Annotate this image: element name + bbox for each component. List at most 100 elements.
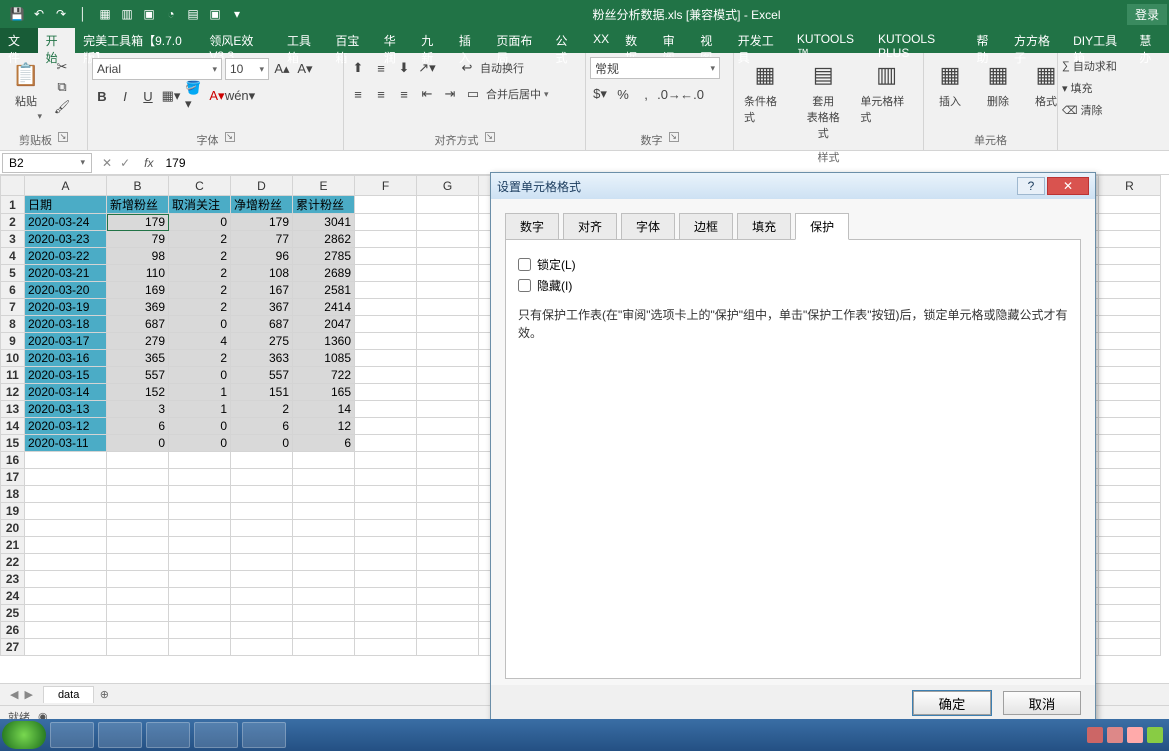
cell-F23[interactable] [355, 571, 417, 588]
cell-D17[interactable] [231, 469, 293, 486]
row-header-3[interactable]: 3 [1, 231, 25, 248]
cell-R15[interactable] [1099, 435, 1161, 452]
phonetic-icon[interactable]: wén▾ [230, 86, 250, 106]
taskbar-app3[interactable] [146, 722, 190, 748]
cell-G2[interactable] [417, 214, 479, 231]
cell-F18[interactable] [355, 486, 417, 503]
cell-B23[interactable] [107, 571, 169, 588]
tab-insert[interactable]: 插入 [451, 28, 489, 53]
cell-C2[interactable]: 0 [169, 214, 231, 231]
font-name-combo[interactable]: Arial▾ [92, 58, 222, 80]
tab-review[interactable]: 审阅 [655, 28, 693, 53]
tab-formula[interactable]: 公式 [548, 28, 586, 53]
cell-A3[interactable]: 2020-03-23 [25, 231, 107, 248]
fx-icon[interactable]: fx [138, 156, 159, 170]
cell-D24[interactable] [231, 588, 293, 605]
cell-G8[interactable] [417, 316, 479, 333]
tab-hui[interactable]: 慧办 [1131, 28, 1169, 53]
cell-C17[interactable] [169, 469, 231, 486]
cell-C16[interactable] [169, 452, 231, 469]
row-header-15[interactable]: 15 [1, 435, 25, 452]
cell-B5[interactable]: 110 [107, 265, 169, 282]
tab-jiuxin[interactable]: 九新 [413, 28, 451, 53]
taskbar-app4[interactable] [194, 722, 238, 748]
dialog-tab-border[interactable]: 边框 [679, 213, 733, 240]
cell-C19[interactable] [169, 503, 231, 520]
cell-F26[interactable] [355, 622, 417, 639]
cell-A16[interactable] [25, 452, 107, 469]
cell-B16[interactable] [107, 452, 169, 469]
redo-icon[interactable]: ↷ [52, 5, 70, 23]
cell-R16[interactable] [1099, 452, 1161, 469]
cell-R24[interactable] [1099, 588, 1161, 605]
tray-icon3[interactable] [1127, 727, 1143, 743]
row-header-12[interactable]: 12 [1, 384, 25, 401]
cell-D10[interactable]: 363 [231, 350, 293, 367]
cell-F9[interactable] [355, 333, 417, 350]
cell-G5[interactable] [417, 265, 479, 282]
cell-F2[interactable] [355, 214, 417, 231]
cell-R6[interactable] [1099, 282, 1161, 299]
cell-B8[interactable]: 687 [107, 316, 169, 333]
cell-C13[interactable]: 1 [169, 401, 231, 418]
cell-A20[interactable] [25, 520, 107, 537]
row-header-13[interactable]: 13 [1, 401, 25, 418]
cell-C25[interactable] [169, 605, 231, 622]
row-header-7[interactable]: 7 [1, 299, 25, 316]
undo-icon[interactable]: ↶ [30, 5, 48, 23]
cell-C14[interactable]: 0 [169, 418, 231, 435]
tab-treasure[interactable]: 百宝箱 [327, 28, 375, 53]
cell-R12[interactable] [1099, 384, 1161, 401]
tab-lingfeng[interactable]: 领风E效V3.3 [201, 28, 279, 53]
cell-C10[interactable]: 2 [169, 350, 231, 367]
cell-A11[interactable]: 2020-03-15 [25, 367, 107, 384]
row-header-8[interactable]: 8 [1, 316, 25, 333]
qat-tool2-icon[interactable]: ▥ [118, 5, 136, 23]
tray-icon1[interactable] [1087, 727, 1103, 743]
cell-B27[interactable] [107, 639, 169, 656]
cell-B7[interactable]: 369 [107, 299, 169, 316]
cell-D9[interactable]: 275 [231, 333, 293, 350]
cell-F16[interactable] [355, 452, 417, 469]
name-box[interactable]: B2▾ [2, 153, 92, 173]
decrease-decimal-icon[interactable]: ←.0 [682, 84, 702, 104]
cell-G3[interactable] [417, 231, 479, 248]
cell-A7[interactable]: 2020-03-19 [25, 299, 107, 316]
cell-R23[interactable] [1099, 571, 1161, 588]
cell-F8[interactable] [355, 316, 417, 333]
cell-G9[interactable] [417, 333, 479, 350]
cell-F7[interactable] [355, 299, 417, 316]
cell-G23[interactable] [417, 571, 479, 588]
cell-E15[interactable]: 6 [293, 435, 355, 452]
row-header-1[interactable]: 1 [1, 196, 25, 214]
cell-R18[interactable] [1099, 486, 1161, 503]
taskbar-app2[interactable] [98, 722, 142, 748]
dialog-ok-button[interactable]: 确定 [913, 691, 991, 715]
cell-B25[interactable] [107, 605, 169, 622]
cell-A14[interactable]: 2020-03-12 [25, 418, 107, 435]
cell-R2[interactable] [1099, 214, 1161, 231]
cell-E7[interactable]: 2414 [293, 299, 355, 316]
cell-G24[interactable] [417, 588, 479, 605]
cell-E25[interactable] [293, 605, 355, 622]
cell-A21[interactable] [25, 537, 107, 554]
tab-home[interactable]: 开始 [38, 28, 76, 53]
cell-A8[interactable]: 2020-03-18 [25, 316, 107, 333]
cell-E16[interactable] [293, 452, 355, 469]
delete-cells-button[interactable]: ▦删除 [976, 57, 1020, 111]
row-header-9[interactable]: 9 [1, 333, 25, 350]
cell-A13[interactable]: 2020-03-13 [25, 401, 107, 418]
cell-D3[interactable]: 77 [231, 231, 293, 248]
align-launcher[interactable]: ↘ [485, 132, 495, 142]
cell-F27[interactable] [355, 639, 417, 656]
cell-D15[interactable]: 0 [231, 435, 293, 452]
cell-A6[interactable]: 2020-03-20 [25, 282, 107, 299]
cell-style-button[interactable]: ▥单元格样式 [854, 57, 919, 127]
cell-F20[interactable] [355, 520, 417, 537]
cell-G13[interactable] [417, 401, 479, 418]
row-header-16[interactable]: 16 [1, 452, 25, 469]
clipboard-launcher[interactable]: ↘ [58, 132, 68, 142]
cell-C1[interactable]: 取消关注 [169, 196, 231, 214]
cell-C11[interactable]: 0 [169, 367, 231, 384]
cell-C21[interactable] [169, 537, 231, 554]
